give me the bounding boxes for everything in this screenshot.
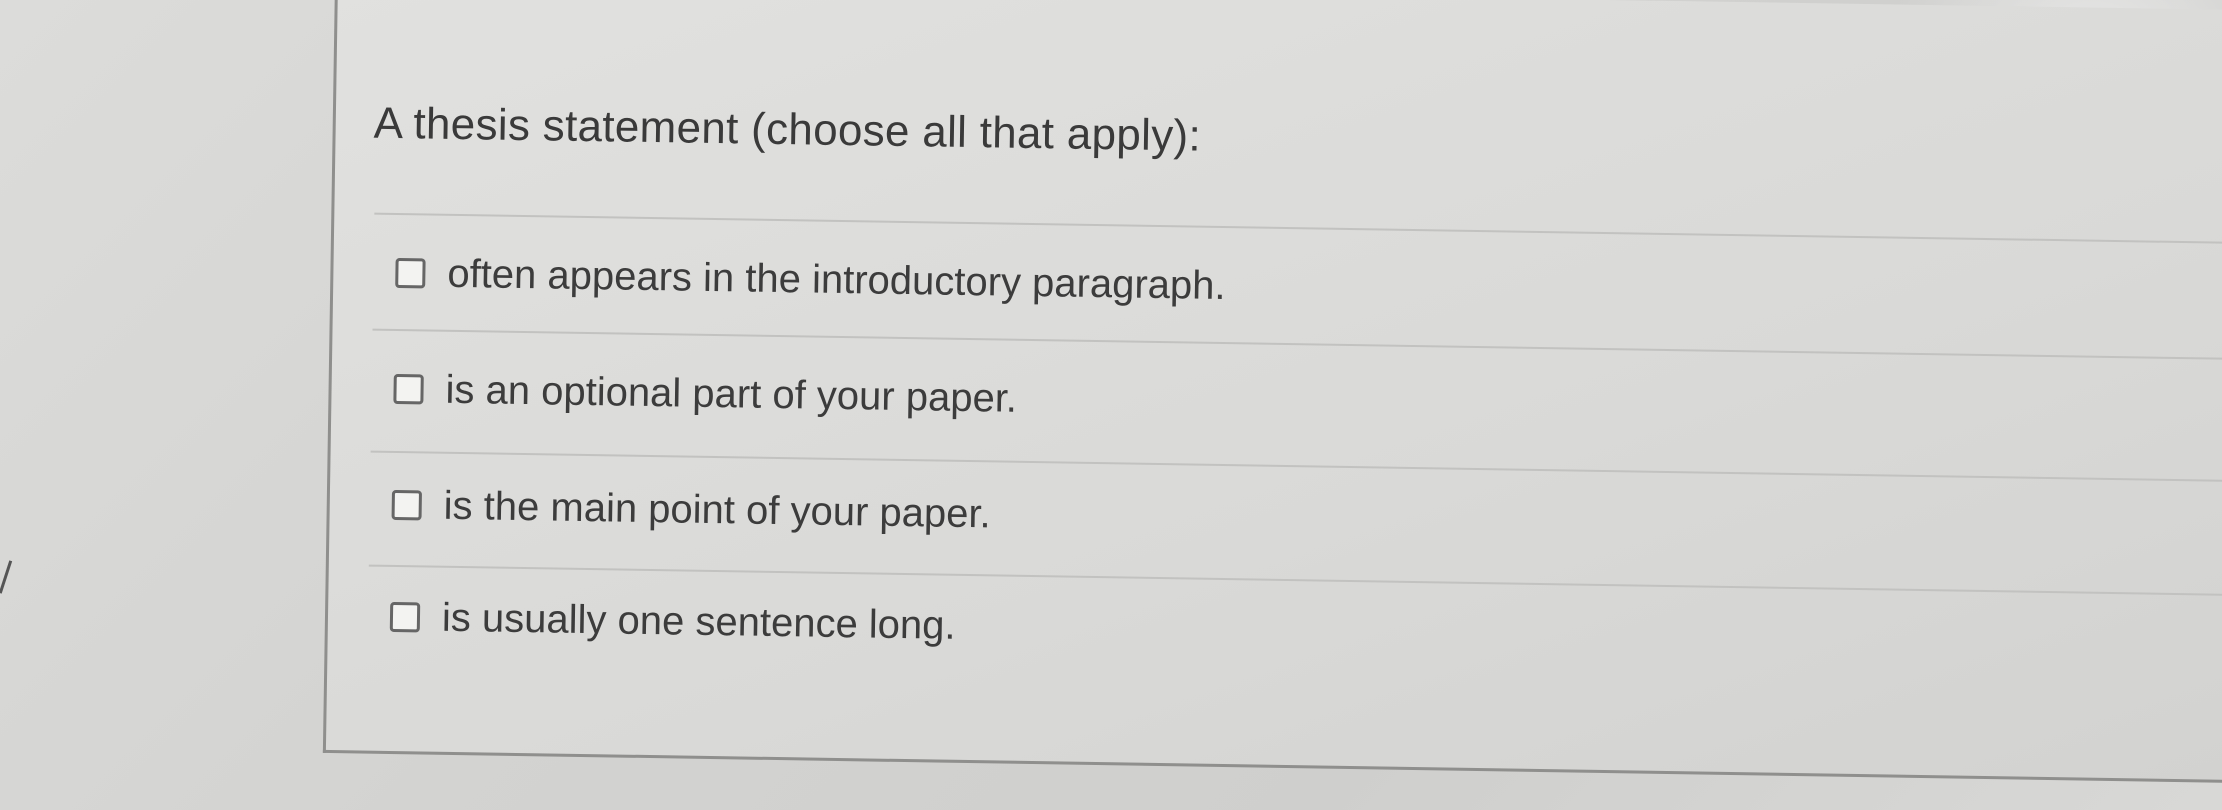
checkbox[interactable] (389, 601, 421, 633)
option-label: is an optional part of your paper. (445, 367, 1018, 421)
option-row[interactable]: is an optional part of your paper. (393, 359, 1017, 429)
option-label: is usually one sentence long. (441, 595, 956, 648)
edge-mark (0, 560, 13, 594)
option-row[interactable]: often appears in the introductory paragr… (395, 243, 1226, 316)
option-label: often appears in the introductory paragr… (447, 251, 1226, 308)
checkbox[interactable] (391, 489, 422, 521)
screen-photo: A thesis statement (choose all that appl… (0, 0, 2222, 810)
option-label: is the main point of your paper. (443, 483, 992, 536)
checkbox[interactable] (393, 373, 424, 405)
divider (370, 450, 2222, 483)
question-panel: A thesis statement (choose all that appl… (322, 0, 2222, 784)
divider (372, 328, 2222, 361)
question-text: A thesis statement (choose all that appl… (373, 98, 1202, 161)
option-row[interactable]: is the main point of your paper. (391, 475, 991, 544)
checkbox[interactable] (395, 257, 426, 289)
option-row[interactable]: is usually one sentence long. (389, 587, 957, 656)
divider (374, 212, 2222, 245)
